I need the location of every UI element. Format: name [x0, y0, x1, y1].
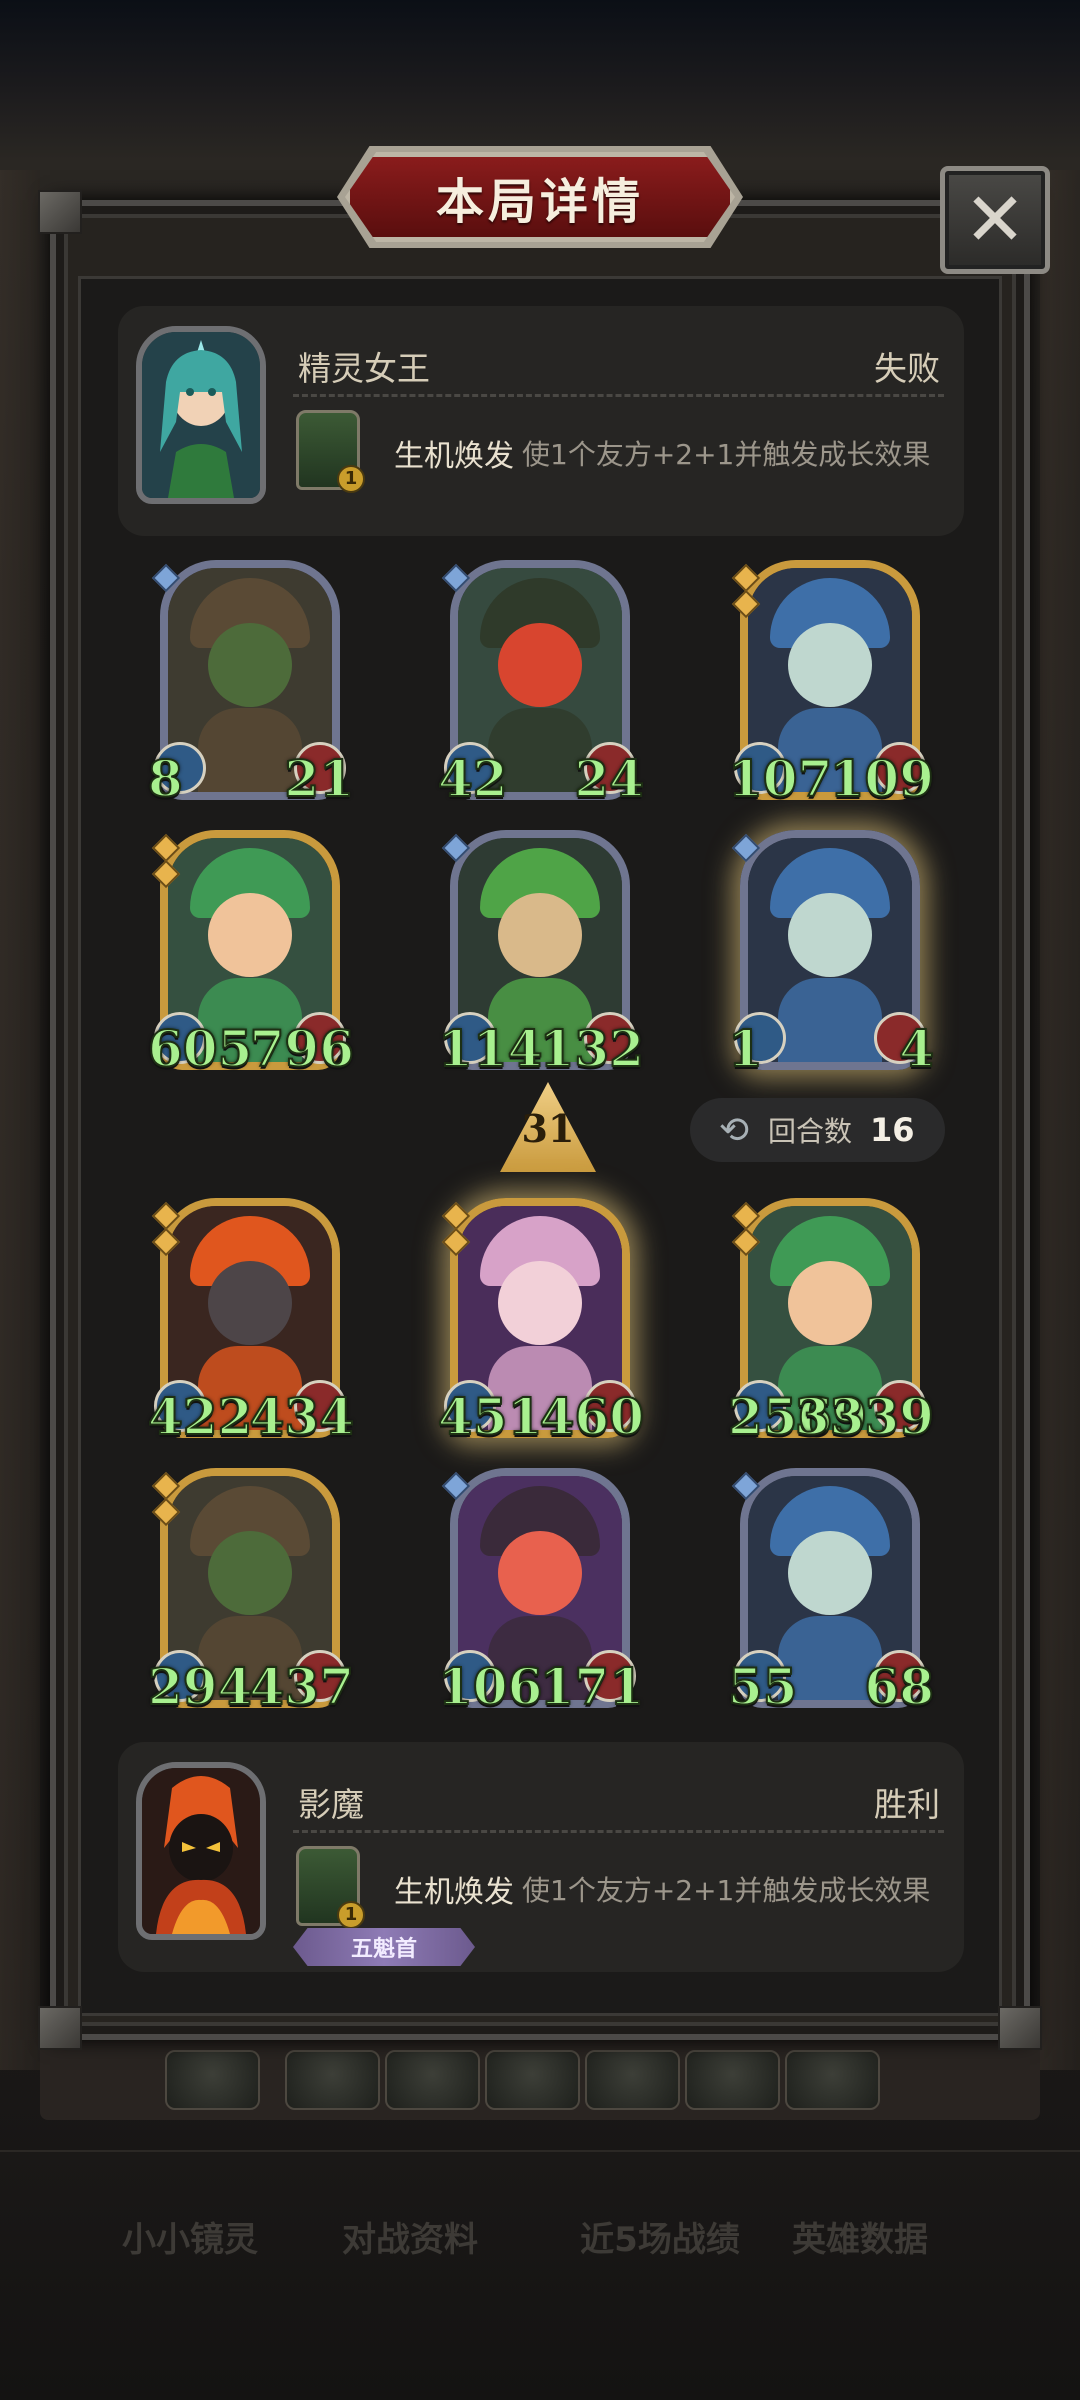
background-mini-portrait [585, 2050, 680, 2110]
unit-attack: 451 [437, 1386, 543, 1447]
background-mini-portrait [285, 2050, 380, 2110]
unit-attack: 1 [727, 1018, 764, 1079]
unit-attack: 605 [147, 1018, 253, 1079]
player-name: 影魔 [298, 1785, 364, 1824]
divider [293, 1830, 944, 1833]
background-mini-portrait [685, 2050, 780, 2110]
skill-level-badge: 1 [337, 465, 365, 493]
player-result: 胜利 [874, 1785, 940, 1824]
opponent-unit-card[interactable]: 14 [727, 830, 935, 1079]
unit-attack: 42 [437, 748, 509, 809]
player-unit-card[interactable]: 2569 3339 [727, 1198, 935, 1447]
opponent-unit-card[interactable]: 605 796 [147, 830, 355, 1079]
skill-name: 生机焕发 [394, 1875, 514, 1910]
unit-attack: 106 [437, 1656, 543, 1717]
opponent-avatar[interactable] [136, 326, 266, 504]
unit-health: 68 [863, 1656, 935, 1717]
opponent-panel: 精灵女王 失败 1 生机焕发 使1个友方+2+1并触发成长效果 [118, 306, 964, 536]
tab-battle-info[interactable]: 对战资料 [310, 2212, 510, 2261]
unit-health: 171 [539, 1656, 645, 1717]
background-mini-portrait [165, 2050, 260, 2110]
tab-mirror-spirit[interactable]: 小小镜灵 [90, 2212, 290, 2261]
unit-attack: 107 [727, 748, 833, 809]
opponent-unit-card[interactable]: 107 109 [727, 560, 935, 809]
frame-corner [38, 190, 82, 234]
unit-attack: 294 [147, 1656, 253, 1717]
unit-health: 437 [249, 1656, 355, 1717]
elf-queen-portrait-icon [142, 332, 260, 498]
background-mini-portrait [785, 2050, 880, 2110]
growth-skill-icon[interactable]: 1 [296, 1846, 365, 1929]
unit-health: 796 [249, 1018, 355, 1079]
player-unit-card[interactable]: 451 460 [437, 1198, 645, 1447]
opponent-result: 失败 [874, 349, 940, 388]
unit-health: 132 [539, 1018, 645, 1079]
player-unit-card[interactable]: 422 434 [147, 1198, 355, 1447]
close-icon: ✕ [963, 177, 1026, 263]
player-unit-card[interactable]: 106 171 [437, 1468, 645, 1717]
player-unit-card[interactable]: 55 68 [727, 1468, 935, 1717]
unit-attack: 8 [147, 748, 184, 809]
background-wall-right [1040, 170, 1080, 2070]
frame-corner [998, 2006, 1042, 2050]
divider [293, 394, 944, 397]
player-panel: 影魔 胜利 1 生机焕发 使1个友方+2+1并触发成长效果 五魁首 [118, 1742, 964, 1972]
skill-level-badge: 1 [337, 1901, 365, 1929]
unit-health: 24 [573, 748, 645, 809]
unit-attack: 55 [727, 1656, 799, 1717]
unit-health: 460 [539, 1386, 645, 1447]
dialog-title: 本局详情 [435, 174, 644, 230]
unit-health: 3339 [794, 1386, 935, 1447]
frame-corner [38, 2006, 82, 2050]
opponent-unit-card[interactable]: 114 132 [437, 830, 645, 1079]
opponent-unit-card[interactable]: 8 21 [147, 560, 355, 809]
round-counter: ⟲ 回合数 16 [690, 1098, 945, 1162]
background-mini-portrait [385, 2050, 480, 2110]
close-button[interactable]: ✕ [940, 166, 1050, 274]
tab-hero-data[interactable]: 英雄数据 [760, 2212, 960, 2261]
growth-skill-icon[interactable]: 1 [296, 410, 365, 493]
unit-attack: 422 [147, 1386, 253, 1447]
unit-health: 4 [898, 1018, 935, 1079]
turn-arrow-value: 31 [521, 1106, 575, 1151]
title-banner: 本局详情 [345, 152, 735, 242]
background-wall-left [0, 170, 40, 2070]
rank-badge: 五魁首 [293, 1928, 475, 1966]
skill-description: 使1个友方+2+1并触发成长效果 [522, 1874, 931, 1907]
round-value: 16 [870, 1111, 915, 1149]
unit-health: 109 [829, 748, 935, 809]
bottom-tab-bar: 小小镜灵 对战资料 近5场战绩 英雄数据 [0, 2150, 1080, 2400]
player-unit-card[interactable]: 294 437 [147, 1468, 355, 1717]
player-avatar[interactable] [136, 1762, 266, 1940]
tab-recent-matches[interactable]: 近5场战绩 [560, 2212, 760, 2261]
skill-description: 使1个友方+2+1并触发成长效果 [522, 438, 931, 471]
unit-health: 21 [283, 748, 355, 809]
opponent-name: 精灵女王 [298, 349, 430, 388]
unit-health: 434 [249, 1386, 355, 1447]
skill-name: 生机焕发 [394, 439, 514, 474]
opponent-unit-card[interactable]: 42 24 [437, 560, 645, 809]
unit-attack: 114 [437, 1018, 543, 1079]
background-mini-portrait [485, 2050, 580, 2110]
round-label: 回合数 [768, 1115, 853, 1148]
shadow-demon-portrait-icon [142, 1768, 260, 1934]
refresh-icon: ⟲ [718, 1109, 750, 1151]
